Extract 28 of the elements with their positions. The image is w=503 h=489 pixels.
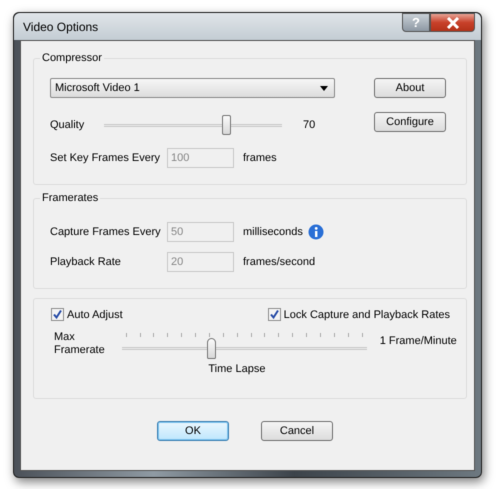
unit-label: milliseconds <box>243 226 303 238</box>
checkbox-label: Auto Adjust <box>67 308 123 320</box>
group-legend: Framerates <box>40 192 100 204</box>
quality-value: 70 <box>303 119 316 131</box>
unit-label: frames/second <box>243 256 316 268</box>
minimum-rate-label: 1 Frame/Minute <box>380 335 457 349</box>
dialog-button[interactable]: Cancel <box>261 421 333 441</box>
slider-thumb[interactable] <box>207 338 216 359</box>
checkbox[interactable] <box>268 308 281 321</box>
window-title: Video Options <box>23 20 98 34</box>
dropdown-arrow-icon <box>320 86 328 90</box>
checkbox[interactable] <box>51 308 64 321</box>
dialog-button[interactable]: Configure <box>374 112 446 132</box>
key-frames-label: Set Key Frames Every <box>50 152 162 164</box>
slider-thumb[interactable] <box>222 114 231 134</box>
dialog-button[interactable]: About <box>374 78 446 98</box>
dialog-button[interactable]: OK <box>157 421 229 441</box>
unit-label: frames <box>243 152 277 164</box>
group-legend: Compressor <box>40 52 104 64</box>
codec-dropdown[interactable]: Microsoft Video 1 <box>50 78 335 98</box>
time-lapse-label: Time Lapse <box>208 363 266 375</box>
max-framerate-label: Max Framerate <box>53 331 105 358</box>
field-label: Playback Rate <box>50 256 122 268</box>
field-label: Capture Frames Every <box>50 226 162 238</box>
checkbox-label: Lock Capture and Playback Rates <box>284 308 450 320</box>
quality-label: Quality <box>50 119 86 131</box>
close-button[interactable] <box>430 13 475 32</box>
close-icon <box>446 16 460 28</box>
